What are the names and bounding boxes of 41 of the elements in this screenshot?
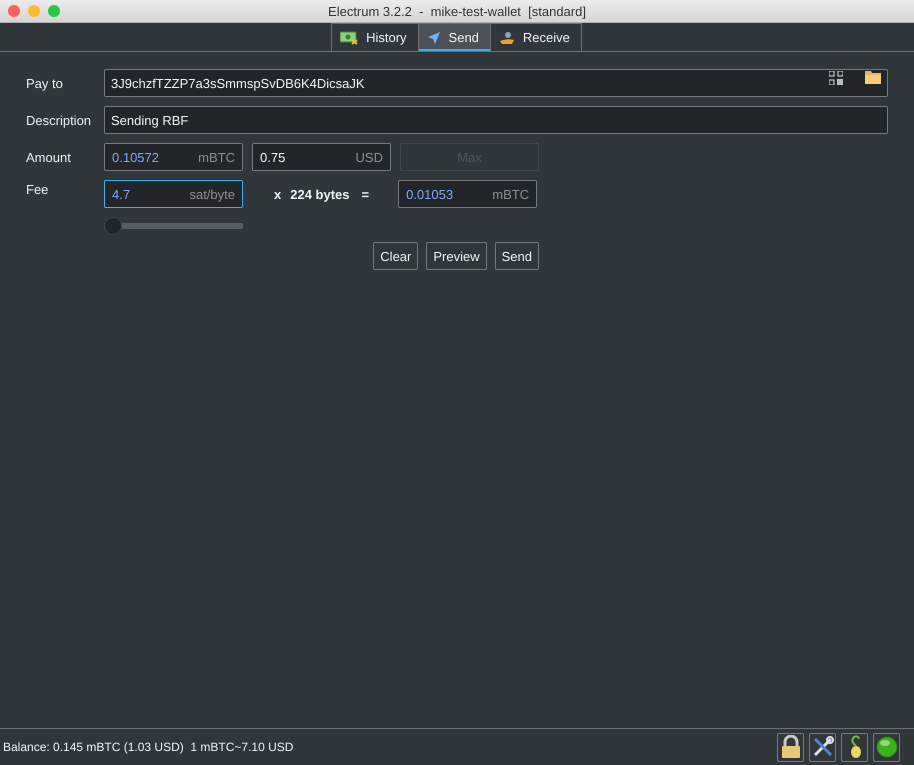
- status-light-icon: [876, 736, 898, 758]
- field-label: Fee: [26, 181, 50, 197]
- action-button[interactable]: Send: [494, 242, 539, 270]
- status-button[interactable]: [777, 732, 804, 762]
- amount-field[interactable]: 0.01053 mBTC: [398, 180, 538, 208]
- amount-value: 4.7: [112, 186, 130, 202]
- status-button[interactable]: [841, 732, 868, 762]
- slider-thumb[interactable]: [104, 217, 122, 235]
- tab[interactable]: Send: [418, 23, 491, 51]
- amount-value: 0.75: [260, 150, 286, 164]
- window-title: Electrum 3.2.2 - mike-test-wallet [standard]: [328, 4, 586, 18]
- paper-plane-icon: [426, 30, 441, 44]
- amount-field[interactable]: 0.10572 mBTC: [104, 143, 243, 171]
- status-button[interactable]: [873, 732, 900, 762]
- amount-value: 0.10572: [112, 150, 159, 164]
- tab[interactable]: History: [331, 23, 419, 51]
- unit-label: USD: [356, 150, 383, 164]
- amount-field[interactable]: 4.7 sat/byte: [104, 180, 243, 208]
- action-button[interactable]: Preview: [426, 242, 487, 270]
- pay-to-field[interactable]: 3J9chzfTZZP7a3sSmmspSvDB6K4DicsaJK: [104, 69, 888, 97]
- qr-code-icon[interactable]: [829, 71, 843, 85]
- status-button[interactable]: [809, 732, 836, 762]
- banknote-icon: [340, 30, 358, 44]
- unit-label: sat/byte: [189, 186, 235, 202]
- action-button[interactable]: Clear: [373, 242, 418, 270]
- tools-icon: [812, 736, 834, 758]
- amount-field[interactable]: 0.75 USD: [252, 143, 391, 171]
- unit-label: mBTC: [198, 150, 235, 164]
- tab[interactable]: Receive: [490, 23, 582, 51]
- field-label: Pay to: [26, 76, 64, 90]
- folder-icon[interactable]: [865, 71, 881, 84]
- unit-label: mBTC: [492, 186, 530, 202]
- size-label: 224 bytes: [290, 186, 350, 202]
- field-label: Amount: [26, 150, 72, 164]
- amount-value: 0.01053: [406, 186, 454, 202]
- equals-sign: =: [362, 186, 370, 202]
- multiply-sign: x: [274, 186, 282, 202]
- balance-text: Balance: 0.145 mBTC (1.03 USD) 1 mBTC~7.10 USD: [3, 740, 294, 754]
- field-label: Description: [26, 112, 92, 128]
- description-field[interactable]: Sending RBF: [104, 106, 888, 134]
- padlock-icon: [780, 735, 802, 759]
